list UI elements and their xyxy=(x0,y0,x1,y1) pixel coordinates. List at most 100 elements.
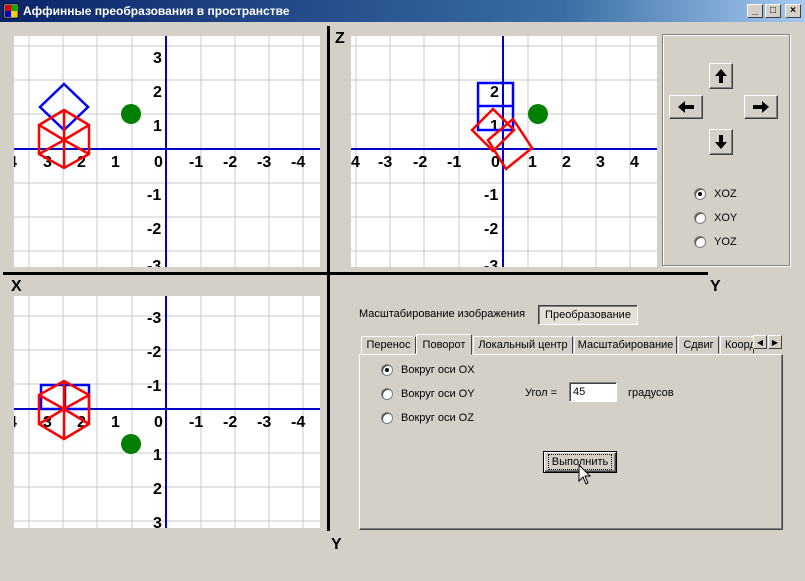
scale-image-mode[interactable]: Масштабирование изображения xyxy=(359,308,525,320)
y-tick: -2 xyxy=(147,221,161,238)
plane-option-yoz[interactable]: YOZ xyxy=(694,236,737,248)
y-tick: -2 xyxy=(484,221,498,238)
angle-input[interactable] xyxy=(569,382,617,402)
plane-option-xoz[interactable]: XOZ xyxy=(694,188,737,200)
x-tick: 4 xyxy=(630,154,639,171)
local-center-point xyxy=(528,104,548,124)
rotate-option-label: Вокруг оси OZ xyxy=(401,412,474,424)
window-title: Аффинные преобразования в пространстве xyxy=(23,4,290,18)
move-down-button[interactable] xyxy=(709,129,733,155)
x-tick: 1 xyxy=(111,414,120,431)
x-tick: -4 xyxy=(291,154,305,171)
arrow-left-icon xyxy=(678,101,694,113)
arrow-up-icon xyxy=(715,69,727,83)
x-tick: -3 xyxy=(257,154,271,171)
radio-axis-oz[interactable] xyxy=(381,412,393,424)
move-right-button[interactable] xyxy=(744,95,778,119)
y-tick: -3 xyxy=(484,258,498,267)
radio-axis-ox[interactable] xyxy=(381,364,393,376)
x-tick: -2 xyxy=(223,414,237,431)
arrow-right-icon xyxy=(753,101,769,113)
plot-xoy: 4 3 2 1 0 -1 -2 -3 -4 -3 -2 -1 1 2 3 xyxy=(14,296,320,528)
x-tick: -2 xyxy=(413,154,427,171)
minimize-button[interactable]: _ xyxy=(747,4,763,18)
axis-label-y-top: Y xyxy=(710,278,721,295)
y-tick: 2 xyxy=(153,84,162,101)
radio-yoz[interactable] xyxy=(694,236,706,248)
plane-option-xoy[interactable]: XOY xyxy=(694,212,737,224)
close-button[interactable]: × xyxy=(785,4,801,18)
move-up-button[interactable] xyxy=(709,63,733,89)
x-tick: 3 xyxy=(596,154,605,171)
rotate-option-ox[interactable]: Вокруг оси OX xyxy=(381,364,475,376)
plane-label: XOY xyxy=(714,212,738,224)
axis-label-x: X xyxy=(11,278,22,295)
rotate-option-label: Вокруг оси OY xyxy=(401,388,475,400)
x-tick: -1 xyxy=(447,154,461,171)
minimize-icon: _ xyxy=(752,5,758,16)
x-tick: -2 xyxy=(223,154,237,171)
triangle-right-icon: ▶ xyxy=(771,337,779,347)
y-tick: 3 xyxy=(153,515,162,528)
app-icon xyxy=(3,3,19,19)
title-bar: Аффинные преобразования в пространстве _… xyxy=(0,0,805,22)
x-tick: 4 xyxy=(14,414,17,431)
arrow-down-icon xyxy=(715,135,727,149)
y-tick: 2 xyxy=(490,84,499,101)
axis-label-y-bottom: Y xyxy=(331,536,342,553)
horizontal-divider xyxy=(3,272,708,275)
rotate-option-oz[interactable]: Вокруг оси OZ xyxy=(381,412,474,424)
plot-yoz: 4 -3 -2 -1 0 1 2 3 4 2 1 -1 -2 -3 xyxy=(351,36,657,267)
tab-scroll-right-button[interactable]: ▶ xyxy=(768,335,782,349)
x-tick: -3 xyxy=(378,154,392,171)
vertical-divider xyxy=(327,26,330,531)
y-tick: 1 xyxy=(153,447,162,464)
local-center-point xyxy=(121,104,141,124)
transform-mode-label: Преобразование xyxy=(545,309,631,321)
local-center-point xyxy=(121,434,141,454)
radio-axis-oy[interactable] xyxy=(381,388,393,400)
x-tick: -3 xyxy=(257,414,271,431)
degrees-label: градусов xyxy=(628,387,674,399)
x-tick: 4 xyxy=(351,154,360,171)
tab-scroll-left-button[interactable]: ◀ xyxy=(753,335,767,349)
tab-scaling[interactable]: Масштабирование xyxy=(574,336,677,354)
transformed-cube-projection xyxy=(37,108,91,170)
plot-xoz: 4 3 2 1 0 -1 -2 -3 -4 3 2 1 -1 -2 -3 xyxy=(14,36,320,267)
tab-shear[interactable]: Сдвиг xyxy=(678,336,719,354)
x-tick: 4 xyxy=(14,154,17,171)
tab-coordinates[interactable]: Коорд xyxy=(720,336,754,354)
transform-mode-button[interactable]: Преобразование xyxy=(538,305,638,325)
y-tick: -3 xyxy=(147,310,161,327)
maximize-icon: □ xyxy=(769,5,777,16)
rotate-option-label: Вокруг оси OX xyxy=(401,364,475,376)
maximize-button[interactable]: □ xyxy=(765,4,781,18)
y-tick: -2 xyxy=(147,344,161,361)
y-tick: -1 xyxy=(147,187,161,204)
x-tick: 0 xyxy=(154,154,163,171)
tab-rotate[interactable]: Поворот xyxy=(416,334,472,355)
x-tick: 2 xyxy=(562,154,571,171)
close-icon: × xyxy=(790,5,796,16)
x-tick: -1 xyxy=(189,414,203,431)
radio-xoz[interactable] xyxy=(694,188,706,200)
x-tick: 1 xyxy=(528,154,537,171)
x-tick: -4 xyxy=(291,414,305,431)
tab-translate[interactable]: Перенос xyxy=(361,336,416,354)
y-tick: 1 xyxy=(153,118,162,135)
x-tick: 1 xyxy=(111,154,120,171)
radio-xoy[interactable] xyxy=(694,212,706,224)
axis-label-z: Z xyxy=(335,30,345,47)
plane-label: XOZ xyxy=(714,188,737,200)
y-tick: -1 xyxy=(484,187,498,204)
angle-label: Угол = xyxy=(525,387,558,399)
x-tick: 0 xyxy=(154,414,163,431)
y-tick: 2 xyxy=(153,481,162,498)
rotate-option-oy[interactable]: Вокруг оси OY xyxy=(381,388,475,400)
rotate-tab-panel xyxy=(359,354,783,530)
tab-local-center[interactable]: Локальный центр xyxy=(473,336,573,354)
mouse-cursor-icon xyxy=(578,464,592,485)
navigation-panel: XOZ XOY YOZ xyxy=(662,34,790,266)
move-left-button[interactable] xyxy=(669,95,703,119)
transform-tabs: Перенос Поворот Локальный центр Масштаби… xyxy=(359,334,783,355)
